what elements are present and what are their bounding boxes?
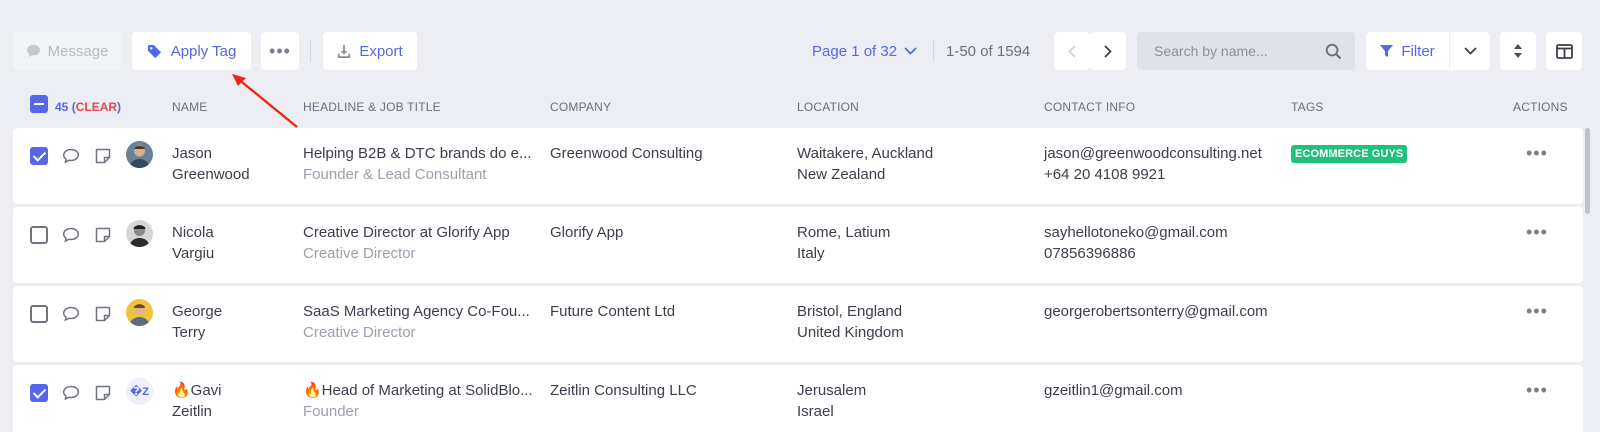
search-input[interactable] bbox=[1154, 43, 1325, 59]
search-box bbox=[1137, 32, 1355, 70]
scrollbar-thumb[interactable] bbox=[1585, 128, 1590, 214]
export-label: Export bbox=[359, 42, 403, 60]
export-button[interactable]: Export bbox=[323, 32, 417, 70]
avatar[interactable]: �Z bbox=[126, 378, 153, 405]
contact-name[interactable]: 🔥Gavi Zeitlin bbox=[172, 380, 222, 422]
prev-page-button[interactable] bbox=[1054, 32, 1090, 70]
table-row[interactable]: George Terry SaaS Marketing Agency Co-Fou… bbox=[13, 286, 1583, 362]
contact-name[interactable]: George Terry bbox=[172, 301, 222, 343]
search-icon[interactable] bbox=[1325, 43, 1342, 60]
comment-icon[interactable] bbox=[62, 227, 80, 243]
chat-bubble-icon bbox=[26, 44, 40, 58]
filter-dropdown-button[interactable] bbox=[1450, 32, 1490, 70]
tag-icon bbox=[147, 44, 161, 58]
headline-cell: Creative Director at Glorify App Creative… bbox=[303, 224, 510, 262]
chevron-left-icon bbox=[1068, 44, 1076, 58]
download-icon bbox=[338, 44, 351, 58]
location-cell: Bristol, England United Kingdom bbox=[797, 303, 904, 341]
apply-tag-label: Apply Tag bbox=[170, 42, 237, 60]
location-cell: Jerusalem Israel bbox=[797, 382, 867, 420]
comment-icon[interactable] bbox=[62, 148, 80, 164]
column-header-headline[interactable]: HEADLINE & JOB TITLE bbox=[303, 100, 441, 114]
row-actions-button[interactable]: ••• bbox=[1526, 380, 1548, 401]
contact-name[interactable]: Jason Greenwood bbox=[172, 143, 250, 185]
next-page-button[interactable] bbox=[1090, 32, 1126, 70]
note-icon[interactable] bbox=[95, 148, 111, 164]
more-dots-icon: ••• bbox=[269, 40, 291, 61]
contact-info-cell[interactable]: gzeitlin1@gmail.com bbox=[1044, 380, 1183, 401]
column-header-name[interactable]: NAME bbox=[172, 100, 207, 114]
sort-arrows-icon bbox=[1514, 44, 1522, 58]
note-icon[interactable] bbox=[95, 306, 111, 322]
comment-icon[interactable] bbox=[62, 306, 80, 322]
column-header-location[interactable]: LOCATION bbox=[797, 100, 859, 114]
company-cell: Future Content Ltd bbox=[550, 303, 676, 320]
company-cell: Glorify App bbox=[550, 224, 624, 241]
contact-info-cell[interactable]: sayhellotoneko@gmail.com 07856396886 bbox=[1044, 222, 1228, 264]
avatar[interactable] bbox=[126, 220, 153, 247]
comment-icon[interactable] bbox=[62, 385, 80, 401]
result-range: 1-50 of 1594 bbox=[946, 42, 1031, 60]
table-row[interactable]: �Z 🔥Gavi Zeitlin 🔥Head of Marketing at So… bbox=[13, 365, 1583, 432]
table-row[interactable]: Jason Greenwood Helping B2B & DTC brands … bbox=[13, 128, 1583, 204]
row-checkbox[interactable] bbox=[30, 226, 48, 244]
row-actions-button[interactable]: ••• bbox=[1526, 301, 1548, 322]
column-header-company[interactable]: COMPANY bbox=[550, 100, 611, 114]
chevron-down-icon bbox=[904, 47, 917, 55]
headline-cell: Helping B2B & DTC brands do e... Founder … bbox=[303, 145, 532, 183]
apply-tag-button[interactable]: Apply Tag bbox=[132, 32, 251, 70]
funnel-icon bbox=[1380, 44, 1394, 58]
page-select[interactable]: Page 1 of 32 bbox=[812, 32, 917, 70]
table-header: NAME HEADLINE & JOB TITLE COMPANY LOCATI… bbox=[0, 100, 1600, 128]
toolbar-divider bbox=[310, 40, 311, 62]
company-cell: Zeitlin Consulting LLC bbox=[550, 382, 697, 399]
column-header-actions: ACTIONS bbox=[1513, 100, 1568, 114]
table-row[interactable]: Nicola Vargiu Creative Director at Glorif… bbox=[13, 207, 1583, 283]
tag-badge[interactable]: ECOMMERCE GUYS bbox=[1291, 145, 1408, 163]
columns-icon bbox=[1555, 43, 1573, 59]
page-label: Page 1 of 32 bbox=[812, 42, 898, 60]
filter-label: Filter bbox=[1401, 42, 1435, 60]
more-actions-button[interactable]: ••• bbox=[261, 32, 299, 70]
headline-cell: 🔥Head of Marketing at SolidBlo... Founder bbox=[303, 382, 533, 420]
avatar[interactable] bbox=[126, 141, 153, 168]
pager-divider bbox=[933, 40, 934, 62]
filter-button[interactable]: Filter bbox=[1366, 32, 1449, 70]
columns-layout-button[interactable] bbox=[1546, 32, 1582, 70]
column-header-contact[interactable]: CONTACT INFO bbox=[1044, 100, 1135, 114]
row-checkbox[interactable] bbox=[30, 147, 48, 165]
row-actions-button[interactable]: ••• bbox=[1526, 143, 1548, 164]
contact-info-cell[interactable]: jason@greenwoodconsulting.net +64 20 4108… bbox=[1044, 143, 1262, 185]
chevron-right-icon bbox=[1104, 44, 1112, 58]
note-icon[interactable] bbox=[95, 227, 111, 243]
row-actions-button[interactable]: ••• bbox=[1526, 222, 1548, 243]
location-cell: Waitakere, Auckland New Zealand bbox=[797, 145, 934, 183]
note-icon[interactable] bbox=[95, 385, 111, 401]
company-cell: Greenwood Consulting bbox=[550, 145, 703, 162]
column-header-tags[interactable]: TAGS bbox=[1291, 100, 1324, 114]
contact-name[interactable]: Nicola Vargiu bbox=[172, 222, 214, 264]
avatar[interactable] bbox=[126, 299, 153, 326]
location-cell: Rome, Latium Italy bbox=[797, 224, 891, 262]
row-checkbox[interactable] bbox=[30, 384, 48, 402]
contact-info-cell[interactable]: georgerobertsonterry@gmail.com bbox=[1044, 301, 1268, 322]
headline-cell: SaaS Marketing Agency Co-Fou... Creative … bbox=[303, 303, 530, 341]
sort-button[interactable] bbox=[1500, 32, 1536, 70]
message-label: Message bbox=[47, 42, 109, 60]
row-checkbox[interactable] bbox=[30, 305, 48, 323]
message-button[interactable]: Message bbox=[13, 32, 121, 70]
chevron-down-icon bbox=[1463, 47, 1477, 55]
